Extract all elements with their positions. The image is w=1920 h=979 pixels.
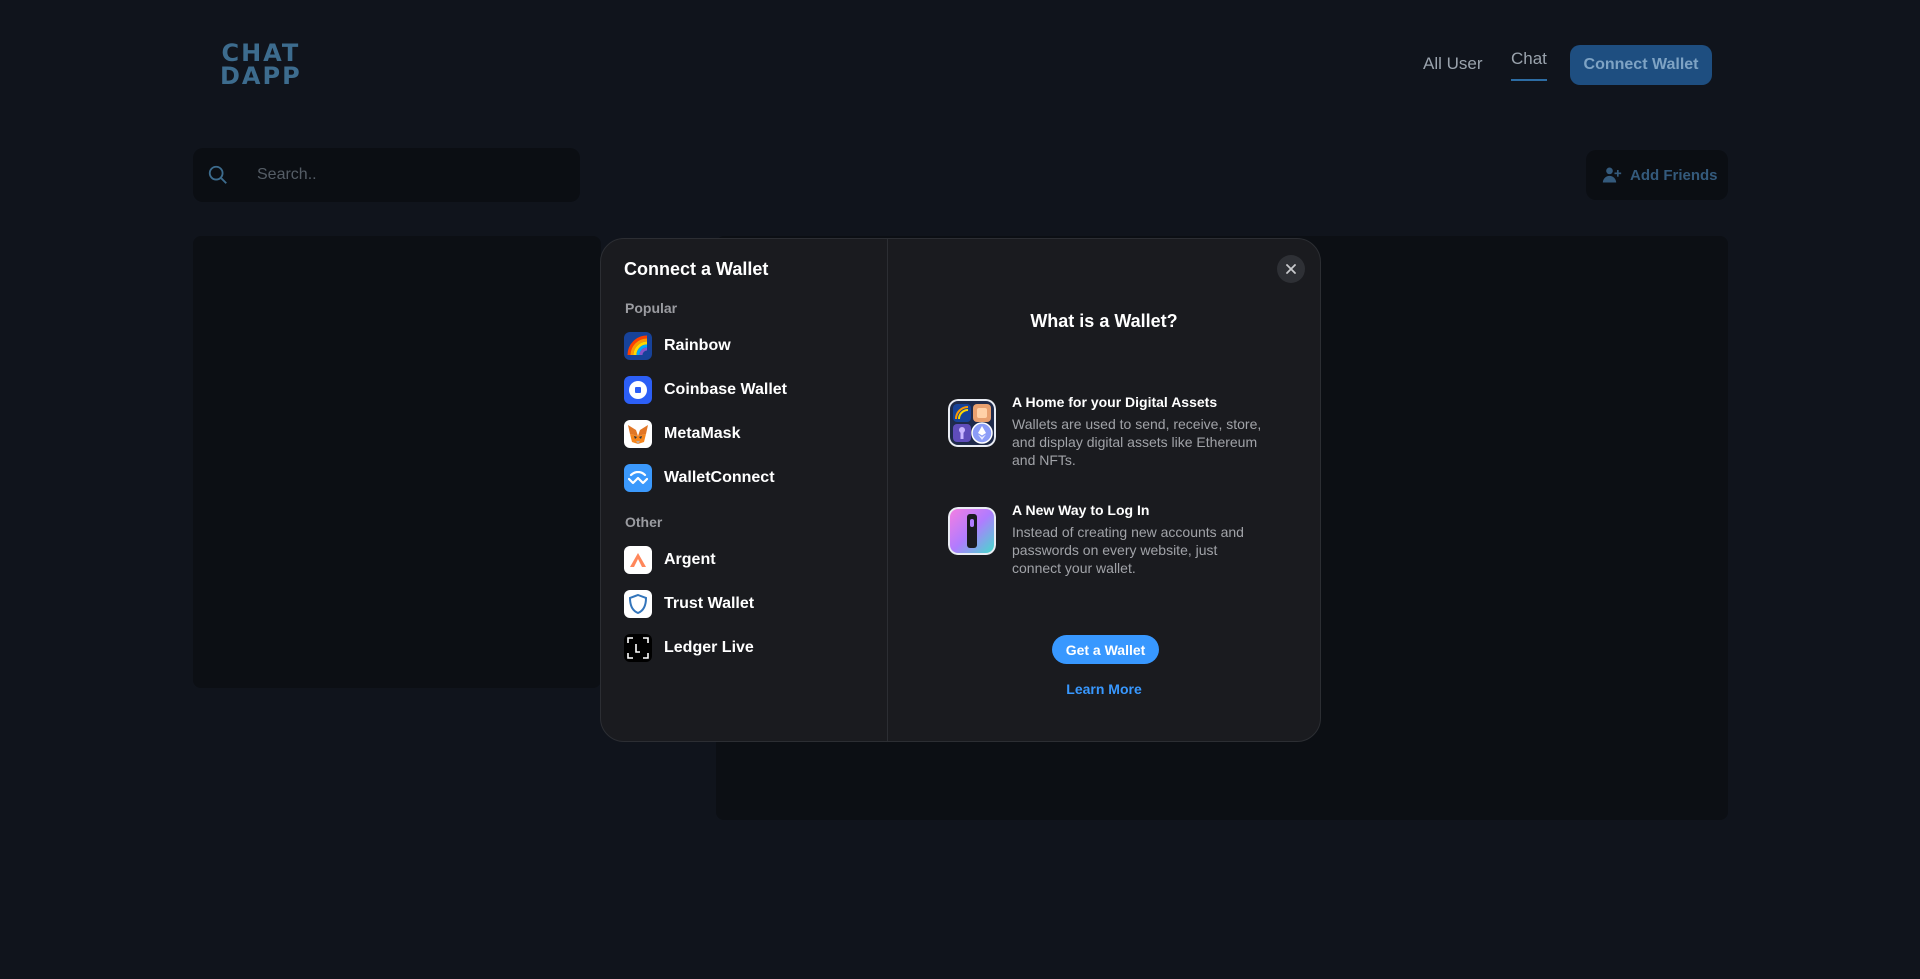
info-heading: A Home for your Digital Assets (1012, 394, 1218, 410)
info-heading: A New Way to Log In (1012, 502, 1150, 518)
close-icon (1286, 264, 1296, 274)
other-group-label: Other (625, 514, 663, 530)
wallet-name: Coinbase Wallet (664, 381, 787, 398)
info-new-login-text: A New Way to Log In Instead of creating … (1012, 502, 1268, 577)
digital-assets-icon (948, 399, 996, 447)
trust-shield-icon (624, 590, 652, 618)
wallet-name: WalletConnect (664, 469, 775, 486)
wallet-name: Argent (664, 551, 716, 568)
wallet-option-walletconnect[interactable]: WalletConnect (624, 456, 869, 500)
popular-group-label: Popular (625, 300, 678, 316)
wallet-option-argent[interactable]: Argent (624, 538, 869, 582)
ledger-icon (624, 634, 652, 662)
popular-wallet-list: Rainbow Coinbase Wallet MetaMask WalletC… (624, 324, 869, 500)
walletconnect-icon (624, 464, 652, 492)
wallet-options-column: Connect a Wallet Popular Rainbow Coinbas… (601, 239, 888, 741)
other-wallet-list: Argent Trust Wallet Ledger Live (624, 538, 869, 670)
add-friends-label: Add Friends (1630, 166, 1718, 184)
info-description: Wallets are used to send, receive, store… (1012, 416, 1262, 468)
wallet-name: Trust Wallet (664, 595, 755, 612)
close-modal-button[interactable] (1277, 255, 1305, 283)
metamask-fox-icon (624, 420, 652, 448)
wallet-name: Ledger Live (664, 639, 754, 656)
add-friends-button[interactable]: Add Friends (1586, 150, 1728, 200)
wallet-option-rainbow[interactable]: Rainbow (624, 324, 869, 368)
what-is-wallet-title: What is a Wallet? (1030, 311, 1178, 331)
connect-wallet-button[interactable]: Connect Wallet (1570, 45, 1712, 85)
learn-more-link[interactable]: Learn More (888, 681, 1320, 697)
nav-chat[interactable]: Chat (1511, 49, 1547, 81)
wallet-name: MetaMask (664, 425, 741, 442)
nav-all-user[interactable]: All User (1423, 54, 1483, 74)
get-a-wallet-button[interactable]: Get a Wallet (1052, 635, 1159, 664)
add-user-icon (1602, 167, 1622, 183)
wallet-info-column: What is a Wallet? A Home for your Digita… (888, 239, 1320, 741)
info-description: Instead of creating new accounts and pas… (1012, 524, 1244, 576)
key-login-icon (948, 507, 996, 555)
info-digital-assets: A Home for your Digital Assets Wallets a… (948, 394, 1268, 469)
friends-list-panel (193, 236, 601, 688)
search-bar (193, 148, 580, 202)
wallet-option-metamask[interactable]: MetaMask (624, 412, 869, 456)
wallet-option-coinbase[interactable]: Coinbase Wallet (624, 368, 869, 412)
connect-wallet-modal: Connect a Wallet Popular Rainbow Coinbas… (600, 238, 1321, 742)
search-input[interactable] (257, 163, 557, 187)
info-digital-assets-text: A Home for your Digital Assets Wallets a… (1012, 394, 1268, 469)
search-icon (208, 165, 227, 184)
coinbase-icon (624, 376, 652, 404)
info-new-login: A New Way to Log In Instead of creating … (948, 502, 1268, 577)
modal-title: Connect a Wallet (624, 259, 769, 279)
wallet-option-trust[interactable]: Trust Wallet (624, 582, 869, 626)
rainbow-icon (624, 332, 652, 360)
wallet-name: Rainbow (664, 337, 731, 354)
argent-icon (624, 546, 652, 574)
wallet-option-ledger[interactable]: Ledger Live (624, 626, 869, 670)
